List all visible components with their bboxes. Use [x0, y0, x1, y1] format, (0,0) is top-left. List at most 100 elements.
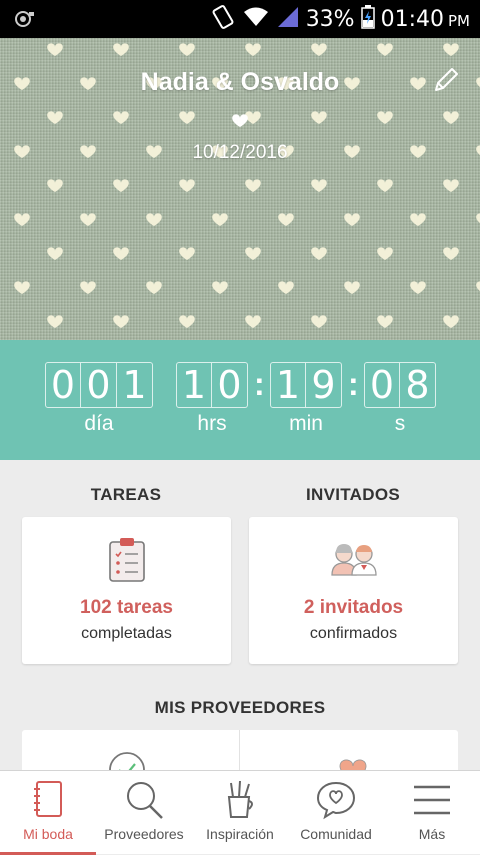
pattern-heart — [311, 315, 327, 328]
pattern-heart — [146, 281, 162, 294]
countdown-label-hours: hrs — [197, 412, 227, 435]
countdown-label-minutes: min — [289, 412, 323, 435]
nav-label: Mi boda — [23, 826, 73, 842]
countdown-label-days: día — [84, 412, 114, 435]
guests-count: 2 invitados — [303, 597, 404, 618]
notebook-icon — [34, 781, 62, 817]
clock: 01:40 — [380, 6, 444, 32]
tasks-heading: TAREAS — [90, 485, 162, 504]
pattern-heart — [179, 43, 195, 56]
pattern-heart — [179, 111, 195, 124]
pattern-heart — [410, 281, 426, 294]
pattern-heart — [476, 281, 480, 294]
pattern-heart — [377, 315, 393, 328]
clock-ampm: PM — [448, 12, 470, 30]
pattern-heart — [443, 111, 459, 124]
menu-icon — [414, 785, 450, 815]
rotation-icon — [210, 4, 236, 35]
pattern-heart — [80, 213, 96, 226]
pattern-heart — [245, 315, 261, 328]
signal-icon — [276, 6, 300, 33]
pattern-heart — [113, 247, 129, 260]
countdown-minutes: 1 9 — [270, 362, 342, 408]
pattern-heart — [14, 281, 30, 294]
nav-inspiracion[interactable]: Inspiración — [192, 771, 288, 855]
pattern-heart — [410, 213, 426, 226]
countdown-digit: 1 — [176, 362, 212, 408]
nav-label: Inspiración — [206, 826, 274, 842]
countdown-separator: : — [254, 366, 265, 402]
countdown-panel: 0 0 1 1 0 : 1 9 : 0 8 día hrs min s — [0, 340, 480, 460]
pattern-heart — [47, 247, 63, 260]
pattern-heart — [212, 213, 228, 226]
pattern-heart — [113, 179, 129, 192]
battery-icon — [360, 4, 375, 34]
countdown-separator: : — [348, 366, 359, 402]
nav-comunidad[interactable]: Comunidad — [288, 771, 384, 855]
heart-icon — [232, 114, 248, 127]
guests-sub: confirmados — [309, 625, 398, 642]
pattern-heart — [344, 281, 360, 294]
countdown-label-seconds: s — [394, 412, 406, 435]
countdown-digit: 0 — [364, 362, 400, 408]
clipboard-checklist-icon — [108, 538, 145, 582]
pattern-heart — [179, 315, 195, 328]
wedding-date: 10/12/2016 — [192, 142, 288, 163]
pattern-heart — [14, 213, 30, 226]
nav-mi-boda[interactable]: Mi boda — [0, 771, 96, 855]
guests-card[interactable]: 2 invitados confirmados — [249, 517, 458, 664]
pattern-heart — [311, 111, 327, 124]
pattern-heart — [443, 247, 459, 260]
pattern-heart — [113, 43, 129, 56]
pattern-heart — [47, 111, 63, 124]
countdown-days: 0 0 1 — [45, 362, 153, 408]
tasks-sub: completadas — [81, 625, 172, 642]
battery-percent: 33% — [305, 6, 355, 32]
pattern-heart — [377, 111, 393, 124]
pattern-heart — [47, 43, 63, 56]
countdown-digit: 0 — [212, 362, 248, 408]
countdown-digit: 8 — [400, 362, 436, 408]
pattern-heart — [443, 315, 459, 328]
pattern-heart — [80, 281, 96, 294]
pattern-heart — [278, 213, 294, 226]
pattern-heart — [311, 247, 327, 260]
search-icon — [127, 782, 163, 819]
pattern-heart — [443, 43, 459, 56]
pattern-heart — [476, 213, 480, 226]
pencil-edit-icon[interactable] — [432, 66, 460, 94]
pattern-heart — [344, 213, 360, 226]
tasks-count: 102 tareas — [80, 597, 173, 618]
pattern-heart — [113, 315, 129, 328]
chat-heart-icon — [316, 781, 356, 820]
pattern-heart — [146, 213, 162, 226]
status-bar: 33% 01:40 PM — [0, 0, 480, 38]
tasks-card[interactable]: 102 tareas completadas — [22, 517, 231, 664]
pattern-heart — [245, 43, 261, 56]
pattern-heart — [311, 43, 327, 56]
countdown-digit: 1 — [117, 362, 153, 408]
pattern-heart — [377, 247, 393, 260]
vendors-heading: MIS PROVEEDORES — [154, 698, 326, 717]
pattern-heart — [377, 179, 393, 192]
pattern-heart — [278, 281, 294, 294]
countdown-hours: 1 0 — [176, 362, 248, 408]
pattern-heart — [179, 179, 195, 192]
pattern-heart — [311, 179, 327, 192]
pattern-heart — [443, 179, 459, 192]
nav-mas[interactable]: Más — [384, 771, 480, 855]
countdown-digit: 0 — [81, 362, 117, 408]
nav-proveedores[interactable]: Proveedores — [96, 771, 192, 855]
notification-icon — [14, 9, 36, 34]
couple-name: Nadia & Osvaldo — [140, 68, 340, 96]
pattern-heart — [212, 281, 228, 294]
pattern-heart — [47, 179, 63, 192]
brushes-cup-icon — [227, 780, 253, 818]
nav-label: Más — [418, 826, 446, 842]
pattern-heart — [245, 247, 261, 260]
pattern-heart — [179, 247, 195, 260]
countdown-seconds: 0 8 — [364, 362, 436, 408]
pattern-heart — [245, 179, 261, 192]
countdown-digit: 1 — [270, 362, 306, 408]
wifi-icon — [242, 6, 270, 33]
